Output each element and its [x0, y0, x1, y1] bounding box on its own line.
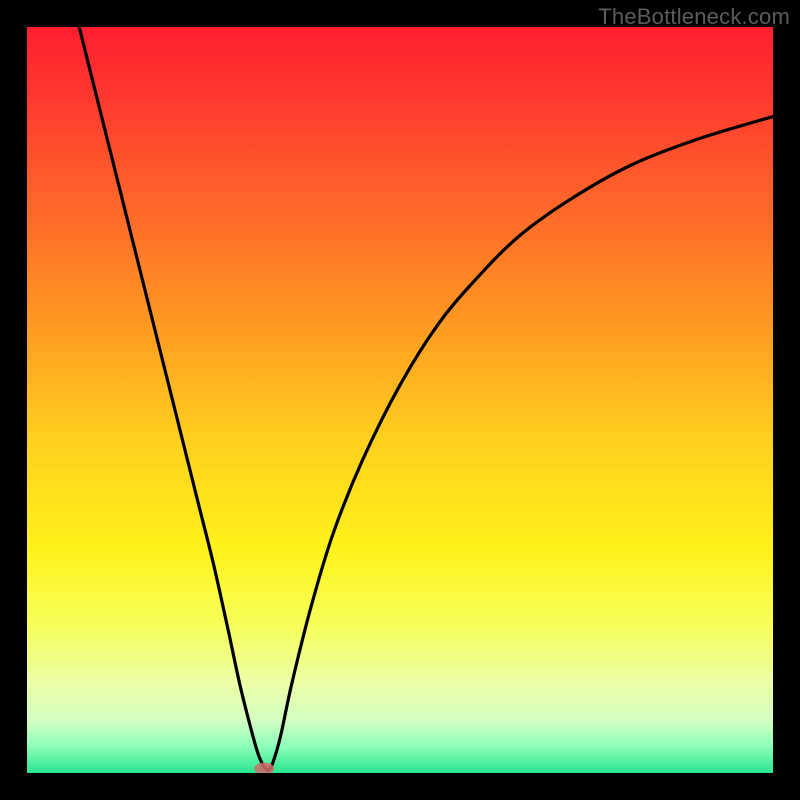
chart-background — [27, 27, 773, 773]
watermark-text: TheBottleneck.com — [598, 4, 790, 30]
chart-svg — [27, 27, 773, 773]
chart-frame — [27, 27, 773, 773]
